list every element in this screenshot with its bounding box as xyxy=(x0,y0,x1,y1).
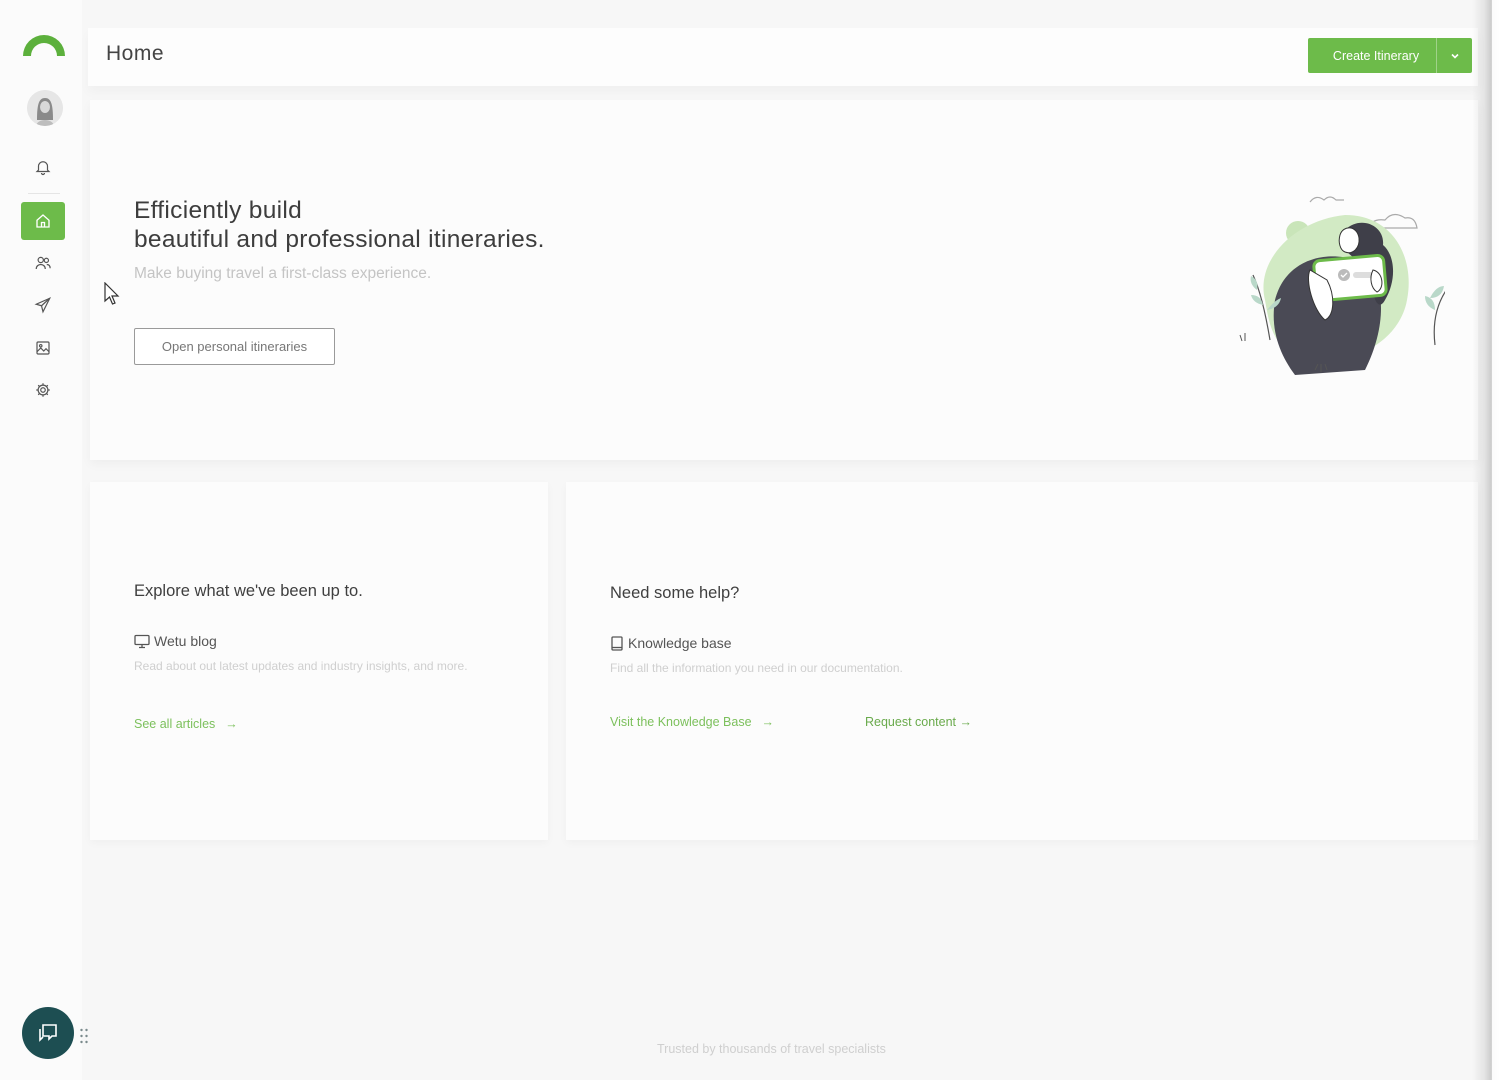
create-itinerary-label: Create Itinerary xyxy=(1332,48,1420,63)
request-content-link[interactable]: Request content → xyxy=(865,715,972,729)
arrow-right-icon: → xyxy=(225,717,238,731)
home-icon xyxy=(36,214,50,228)
bell-icon xyxy=(35,161,51,176)
chat-launcher-button[interactable] xyxy=(22,1007,74,1059)
blog-card-heading: Explore what we've been up to. xyxy=(134,582,363,600)
sidebar-divider xyxy=(28,193,60,194)
blog-card: Explore what we've been up to. Wetu blog… xyxy=(90,482,548,840)
open-personal-itineraries-button[interactable]: Open personal itineraries xyxy=(134,328,335,365)
visit-knowledge-base-label: Visit the Knowledge Base xyxy=(610,715,752,729)
hero-title-line2: beautiful and professional itineraries. xyxy=(134,226,545,253)
avatar[interactable] xyxy=(27,90,63,126)
chat-icon xyxy=(39,1024,57,1042)
hero-subtitle: Make buying travel a first-class experie… xyxy=(134,265,432,282)
arrow-right-icon: → xyxy=(761,715,775,729)
sidebar xyxy=(0,0,82,1080)
woman-with-phone-illustration xyxy=(1239,196,1445,375)
knowledge-base-label: Knowledge base xyxy=(628,635,732,651)
sidebar-item-notifications[interactable] xyxy=(21,148,65,186)
create-itinerary-dropdown[interactable] xyxy=(1436,38,1472,73)
sidebar-item-contacts[interactable] xyxy=(21,244,65,282)
monitor-icon xyxy=(134,634,150,648)
hero-title: Efficiently build beautiful and professi… xyxy=(134,196,545,254)
visit-knowledge-base-link[interactable]: Visit the Knowledge Base → xyxy=(610,715,774,729)
see-all-articles-link[interactable]: See all articles → xyxy=(134,717,238,731)
sidebar-item-media[interactable] xyxy=(21,329,65,367)
image-icon xyxy=(36,341,50,355)
footer-tagline: Trusted by thousands of travel specialis… xyxy=(657,1042,886,1056)
wetu-blog-label: Wetu blog xyxy=(154,633,217,649)
drag-handle-icon[interactable] xyxy=(79,1027,89,1045)
help-card-description: Find all the information you need in our… xyxy=(610,661,903,675)
sidebar-item-send[interactable] xyxy=(21,286,65,324)
hero-card: Efficiently build beautiful and professi… xyxy=(90,100,1478,460)
sidebar-item-settings[interactable] xyxy=(21,371,65,409)
blog-card-description: Read about out latest updates and indust… xyxy=(134,659,468,673)
sidebar-item-home[interactable] xyxy=(21,202,65,240)
page-title: Home xyxy=(106,42,165,65)
hero-title-line1: Efficiently build xyxy=(134,197,303,224)
wetu-blog-title: Wetu blog xyxy=(134,633,217,649)
chevron-down-icon xyxy=(1450,53,1459,59)
paper-plane-icon xyxy=(34,297,52,314)
mouse-cursor-icon xyxy=(104,282,120,305)
users-icon xyxy=(35,256,51,270)
top-header: Home Create Itinerary xyxy=(88,28,1478,86)
gear-icon xyxy=(36,383,50,397)
book-icon xyxy=(611,635,623,651)
create-itinerary-button[interactable]: Create Itinerary xyxy=(1308,38,1472,73)
knowledge-base-title: Knowledge base xyxy=(610,635,732,651)
window-edge-shadow xyxy=(1472,0,1500,1080)
wetu-logo[interactable] xyxy=(21,30,67,58)
help-card: Need some help? Knowledge base Find all … xyxy=(566,482,1478,840)
see-all-articles-label: See all articles xyxy=(134,717,216,731)
help-card-heading: Need some help? xyxy=(610,584,740,602)
